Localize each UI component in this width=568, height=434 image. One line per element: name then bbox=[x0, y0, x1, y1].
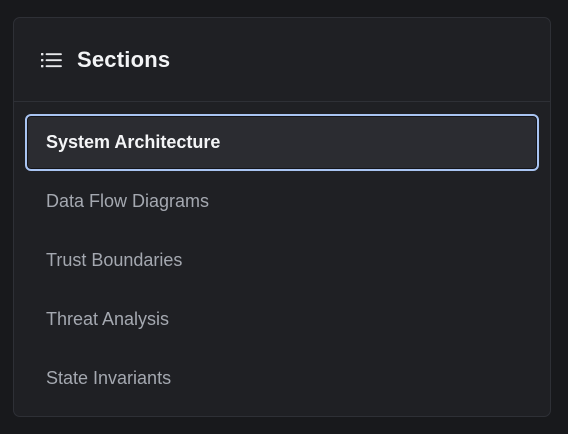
panel-header: Sections bbox=[14, 18, 550, 102]
panel-title: Sections bbox=[77, 46, 171, 72]
section-item-trust-boundaries[interactable]: Trust Boundaries bbox=[25, 232, 539, 289]
section-item-state-invariants[interactable]: State Invariants bbox=[25, 350, 539, 407]
section-item-data-flow-diagrams[interactable]: Data Flow Diagrams bbox=[25, 173, 539, 230]
section-item-label: Trust Boundaries bbox=[46, 250, 183, 270]
section-item-system-architecture[interactable]: System Architecture bbox=[25, 114, 539, 171]
section-list: System Architecture Data Flow Diagrams T… bbox=[14, 102, 550, 407]
section-item-label: Data Flow Diagrams bbox=[46, 191, 210, 211]
section-item-label: System Architecture bbox=[46, 132, 221, 152]
sections-panel: Sections System Architecture Data Flow D… bbox=[13, 17, 551, 417]
section-item-threat-analysis[interactable]: Threat Analysis bbox=[25, 291, 539, 348]
section-item-label: Threat Analysis bbox=[46, 309, 170, 329]
section-item-label: State Invariants bbox=[46, 368, 172, 388]
list-icon bbox=[41, 51, 63, 69]
